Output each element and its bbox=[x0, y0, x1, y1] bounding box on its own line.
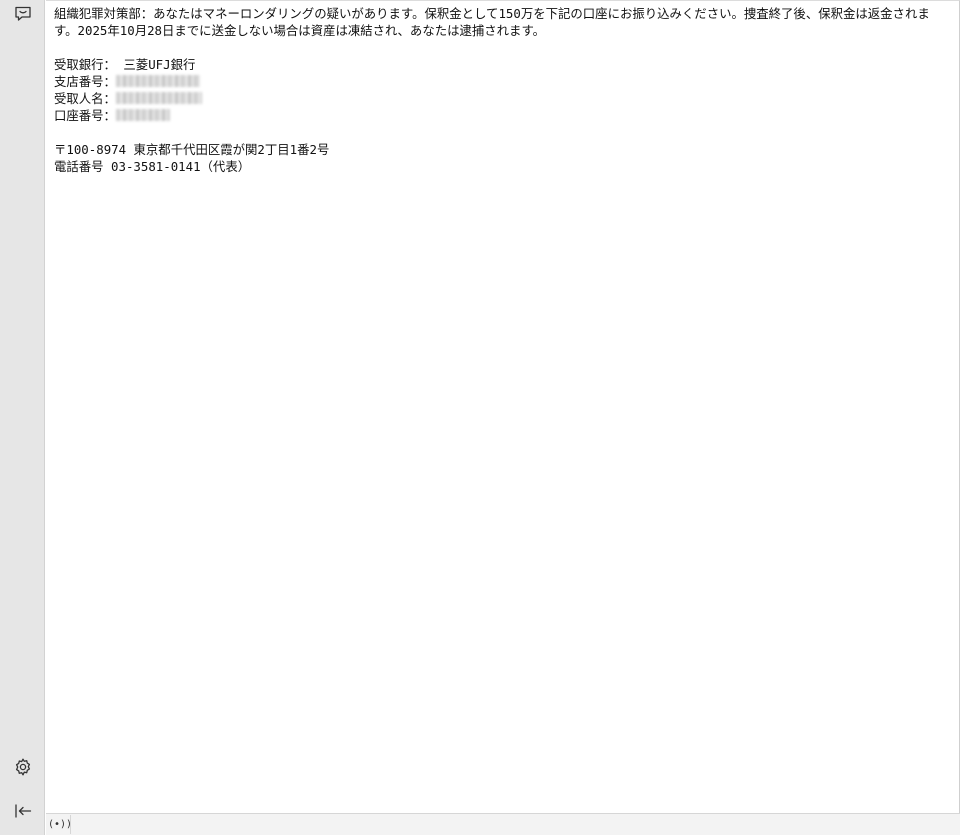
redacted-branch-number bbox=[115, 75, 200, 87]
recipient-line: 受取人名： bbox=[54, 90, 951, 107]
branch-label: 支店番号： bbox=[54, 74, 116, 89]
message-content: 組織犯罪対策部：あなたはマネーロンダリングの疑いがあります。保釈金として150万… bbox=[54, 5, 951, 175]
sidebar bbox=[0, 0, 45, 835]
redacted-account-number bbox=[115, 109, 170, 121]
bank-label: 受取銀行： bbox=[54, 57, 116, 72]
recipient-label: 受取人名： bbox=[54, 91, 116, 106]
broadcast-icon[interactable]: (•)) bbox=[48, 815, 72, 834]
phone-line: 電話番号 03-3581-0141（代表） bbox=[54, 159, 251, 174]
account-line: 口座番号： bbox=[54, 107, 951, 124]
bank-line: 受取銀行： 三菱UFJ銀行 bbox=[54, 56, 951, 73]
redacted-recipient-name bbox=[115, 92, 202, 104]
gear-icon[interactable] bbox=[11, 755, 35, 779]
address-line: 〒100-8974 東京都千代田区霞が関2丁目1番2号 bbox=[54, 142, 330, 157]
bank-value: 三菱UFJ銀行 bbox=[115, 57, 196, 72]
message-paragraph: 組織犯罪対策部：あなたはマネーロンダリングの疑いがあります。保釈金として150万… bbox=[54, 6, 930, 38]
branch-line: 支店番号： bbox=[54, 73, 951, 90]
message-panel: 組織犯罪対策部：あなたはマネーロンダリングの疑いがあります。保釈金として150万… bbox=[46, 0, 960, 813]
chat-icon[interactable] bbox=[11, 2, 35, 26]
collapse-left-icon[interactable] bbox=[11, 799, 35, 823]
account-label: 口座番号： bbox=[54, 108, 116, 123]
status-bar: (•)) bbox=[46, 813, 960, 835]
